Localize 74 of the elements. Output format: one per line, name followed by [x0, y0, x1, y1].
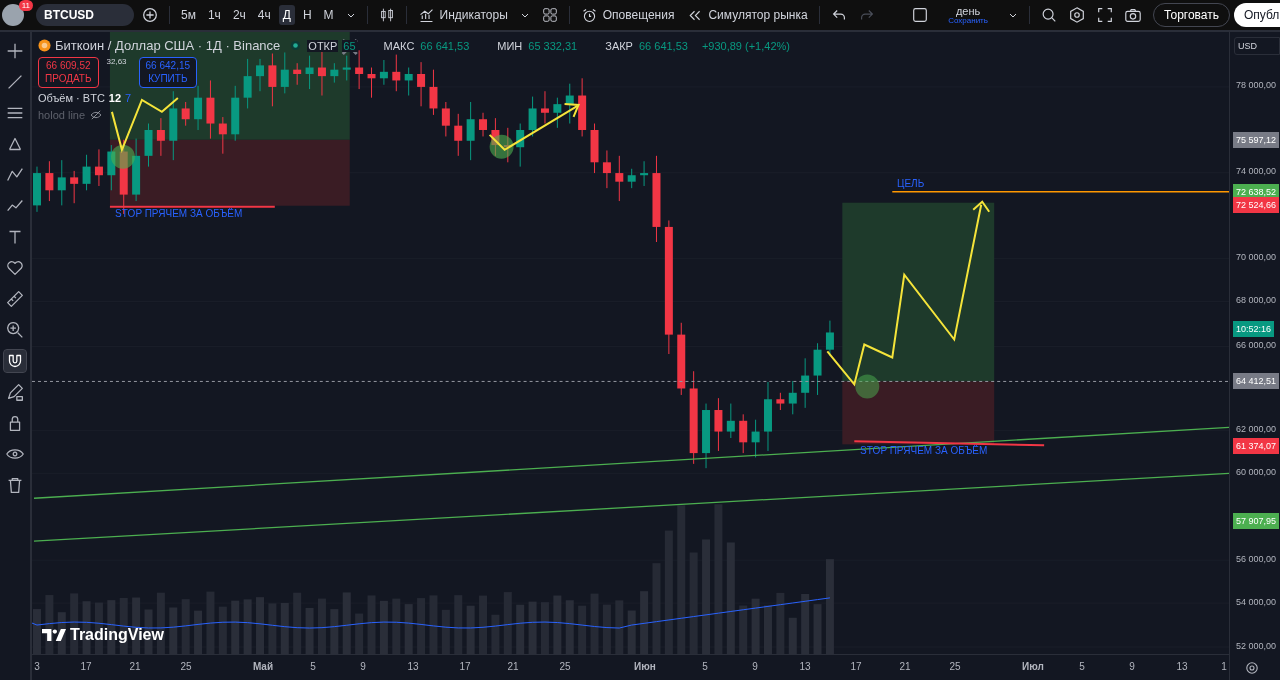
volume-value: 12 [108, 92, 122, 104]
time-label: 9 [752, 661, 758, 672]
time-label: 13 [1176, 661, 1188, 672]
ohlc-value: 66 641,53 [637, 39, 689, 52]
time-label: 9 [360, 661, 366, 672]
spread-value: 32,63 [106, 57, 127, 66]
price-label: 56 000,00 [1236, 554, 1277, 564]
price-tag: 72 524,66 [1233, 197, 1280, 213]
alerts-button[interactable]: Оповещения [576, 6, 679, 24]
time-label: 1 [1221, 661, 1227, 672]
price-label: 52 000,00 [1236, 641, 1277, 651]
publish-button[interactable]: Опубл [1234, 3, 1280, 27]
replay-button[interactable]: Симулятор рынка [682, 6, 812, 24]
price-tag: 10:52:16 [1233, 321, 1275, 337]
price-tag: 75 597,12 [1233, 132, 1280, 148]
indicators-button[interactable]: Индикаторы [413, 6, 512, 24]
time-label: 25 [559, 661, 571, 672]
drawing-label[interactable]: STOP ПРЯЧЕМ ЗА ОБЪЁМ [860, 445, 988, 456]
time-label: 5 [702, 661, 708, 672]
ohlc-label: МАКС [382, 39, 416, 52]
layout-name[interactable]: день [955, 5, 981, 17]
price-tag: 57 907,95 [1233, 513, 1280, 529]
currency-button[interactable]: USD [1234, 37, 1280, 55]
time-label: Май [252, 661, 274, 672]
price-label: 62 000,00 [1236, 424, 1277, 434]
tradingview-logo[interactable]: TradingView [42, 626, 164, 644]
symbol-search[interactable]: BTCUSD [36, 4, 134, 26]
interval-button[interactable]: Д [278, 5, 295, 25]
time-label: 17 [80, 661, 92, 672]
sell-button[interactable]: 66 609,52 ПРОДАТЬ [38, 57, 99, 88]
notification-badge: 11 [18, 0, 33, 11]
price-label: 60 000,00 [1236, 467, 1277, 477]
time-label: 25 [949, 661, 961, 672]
time-label: 13 [407, 661, 419, 672]
ohlc-value: 65 [342, 39, 357, 52]
price-tag: 64 412,51 [1233, 373, 1280, 389]
price-label: 70 000,00 [1236, 252, 1277, 262]
price-label: 78 000,00 [1236, 80, 1277, 90]
price-label: 74 000,00 [1236, 166, 1277, 176]
time-label: 5 [310, 661, 316, 672]
time-label: 13 [799, 661, 811, 672]
time-label: 17 [459, 661, 471, 672]
interval-button[interactable]: 2ч [228, 5, 250, 25]
drawing-label[interactable]: STOP ПРЯЧЕМ ЗА ОБЪЁМ [115, 208, 243, 219]
price-label: 54 000,00 [1236, 597, 1277, 607]
interval-button[interactable]: 4ч [253, 5, 275, 25]
price-change: +930,89 (+1,42%) [700, 39, 791, 52]
time-label: 25 [180, 661, 192, 672]
time-label: Июн [634, 661, 656, 672]
price-label: 66 000,00 [1236, 340, 1277, 350]
ohlc-value: 66 641,53 [419, 39, 471, 52]
ohlc-value: 65 332,31 [527, 39, 579, 52]
interval-button[interactable]: Н [298, 5, 316, 25]
time-label: 17 [850, 661, 862, 672]
time-label: 3 [34, 661, 40, 672]
time-label: Июл [1022, 661, 1044, 672]
time-label: 5 [1079, 661, 1085, 672]
price-tag: 61 374,07 [1233, 438, 1280, 454]
volume-label: Объём · BTC [38, 92, 105, 104]
ohlc-label: ЗАКР [604, 39, 634, 52]
interval-button[interactable]: 1ч [203, 5, 225, 25]
interval-button[interactable]: 5м [177, 5, 200, 25]
time-label: 9 [1129, 661, 1135, 672]
ohlc-label: МИН [496, 39, 524, 52]
symbol-title: Биткоин / Доллар США · 1Д · Binance [55, 38, 281, 53]
save-link[interactable]: Сохранить [948, 16, 988, 25]
volume-value: 7 [125, 92, 132, 104]
price-label: 68 000,00 [1236, 295, 1277, 305]
drawing-label[interactable]: ЦЕЛЬ [897, 178, 925, 189]
interval-button[interactable]: М [319, 5, 338, 25]
time-label: 21 [129, 661, 141, 672]
time-label: 21 [507, 661, 519, 672]
time-label: 21 [899, 661, 911, 672]
buy-button[interactable]: 66 642,15 КУПИТЬ [138, 57, 198, 88]
